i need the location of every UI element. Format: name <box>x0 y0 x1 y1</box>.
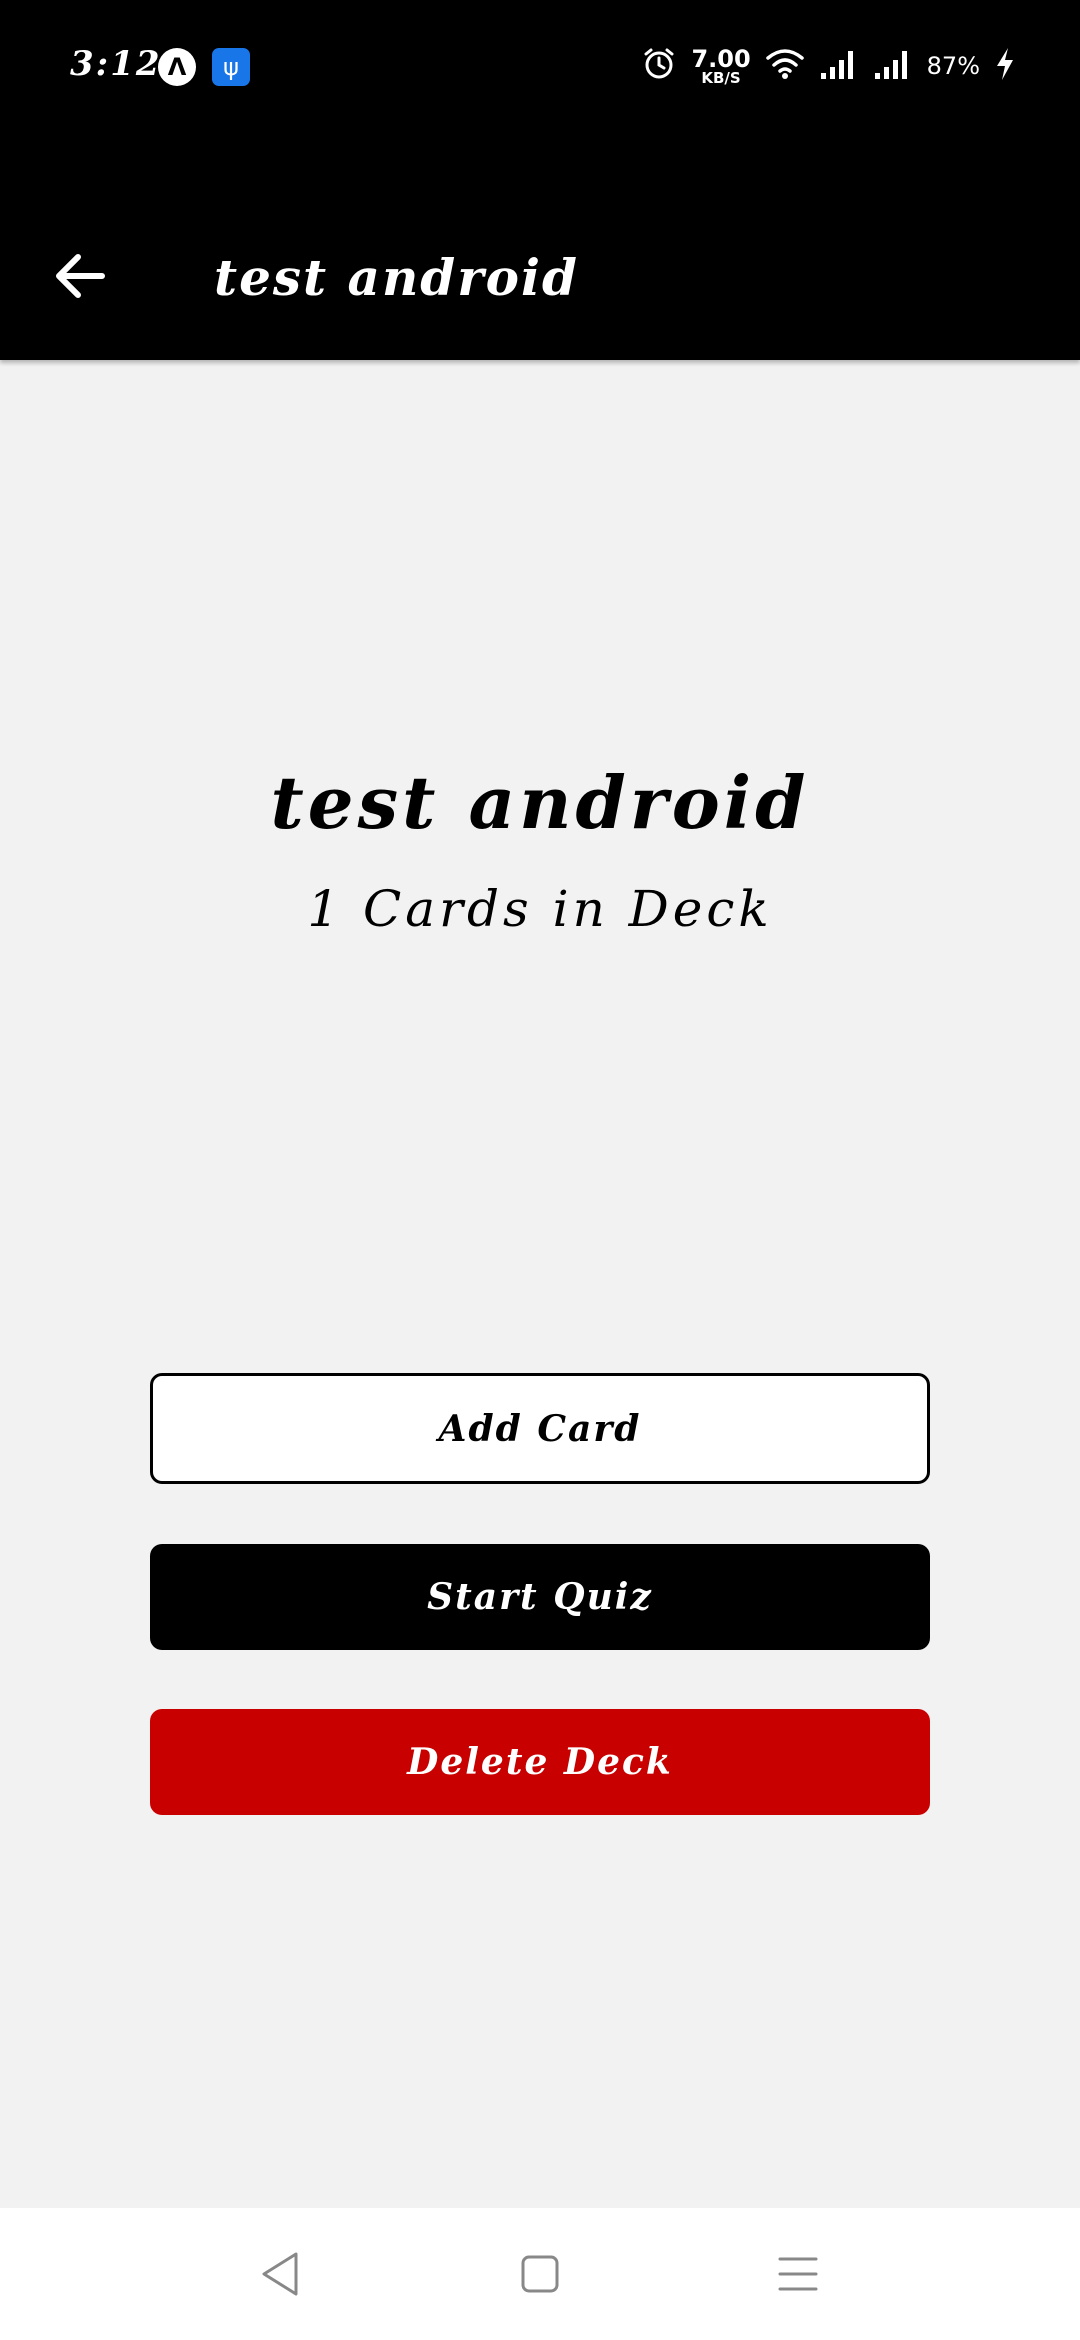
home-square-icon <box>520 2254 560 2298</box>
app-bar-title: test android <box>214 248 579 307</box>
wifi-icon <box>765 47 805 85</box>
alarm-icon <box>641 46 677 86</box>
network-speed-value: 7.00 <box>691 44 751 73</box>
signal-icon <box>873 47 913 85</box>
charging-icon <box>994 46 1016 86</box>
add-card-button[interactable]: Add Card <box>150 1373 930 1484</box>
app-bar: test android <box>0 130 1080 360</box>
status-indicators: 7.00 KB/S 87% <box>641 44 1016 88</box>
expo-icon: Λ <box>158 48 196 86</box>
back-triangle-icon <box>258 2250 302 2302</box>
usb-debug-icon: ψ <box>212 48 250 86</box>
arrow-left-icon <box>52 249 106 307</box>
delete-deck-button[interactable]: Delete Deck <box>150 1709 930 1815</box>
nav-recents-button[interactable] <box>768 2246 828 2306</box>
back-button[interactable] <box>44 243 114 313</box>
deck-card-count: 1 Cards in Deck <box>307 880 773 938</box>
battery-percent: 87% <box>926 52 980 80</box>
deck-title: test android <box>270 760 810 845</box>
network-speed-unit: KB/S <box>701 68 741 87</box>
status-time: 3:12 <box>70 44 162 84</box>
system-nav-bar <box>0 2208 1080 2340</box>
status-bar: 3:12 Λ ψ 7.00 KB/S 87% <box>0 0 1080 130</box>
signal-icon <box>819 47 859 85</box>
nav-back-button[interactable] <box>250 2246 310 2306</box>
recents-menu-icon <box>778 2254 818 2298</box>
network-speed: 7.00 KB/S <box>691 47 750 86</box>
start-quiz-button[interactable]: Start Quiz <box>150 1544 930 1650</box>
nav-home-button[interactable] <box>510 2246 570 2306</box>
